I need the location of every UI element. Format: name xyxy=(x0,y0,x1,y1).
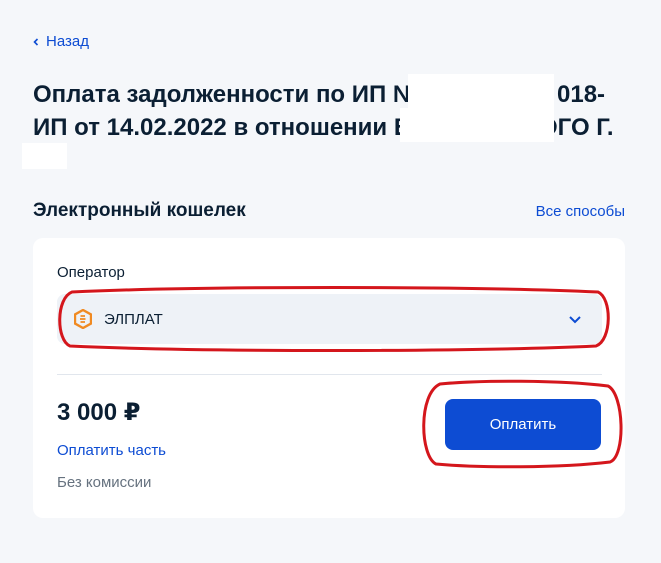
chevron-down-icon[interactable] xyxy=(568,312,582,326)
payment-page: Назад Оплата задолженности по ИП № 018- … xyxy=(0,0,661,563)
payment-card: Оператор ЭЛПЛАТ 3 000 ₽ Оплатить часть Б… xyxy=(33,238,625,518)
operator-selected-value: ЭЛПЛАТ xyxy=(104,310,163,328)
title-line1-start: Оплата задолженности по ИП № xyxy=(33,81,420,108)
section-title: Электронный кошелек xyxy=(33,200,246,221)
payment-method-header: Электронный кошелек Все способы xyxy=(33,198,625,224)
pay-button[interactable]: Оплатить xyxy=(445,399,601,450)
back-link-label: Назад xyxy=(46,33,89,50)
operator-select[interactable]: ЭЛПЛАТ xyxy=(57,294,602,344)
title-line2-start: ИП от 14.02.2022 в отношении Б xyxy=(33,114,412,141)
back-link[interactable]: Назад xyxy=(32,33,89,50)
pay-part-link[interactable]: Оплатить часть xyxy=(57,442,166,459)
redaction-box xyxy=(22,143,67,169)
chevron-left-icon xyxy=(33,37,39,46)
elplat-logo-icon xyxy=(74,309,92,329)
payment-amount: 3 000 ₽ xyxy=(57,399,141,426)
title-line1-end: 018- xyxy=(557,81,606,108)
fee-note: Без комиссии xyxy=(57,474,152,491)
divider xyxy=(57,374,602,375)
operator-label: Оператор xyxy=(57,264,125,281)
all-methods-link[interactable]: Все способы xyxy=(536,203,625,220)
redaction-box xyxy=(400,108,512,142)
